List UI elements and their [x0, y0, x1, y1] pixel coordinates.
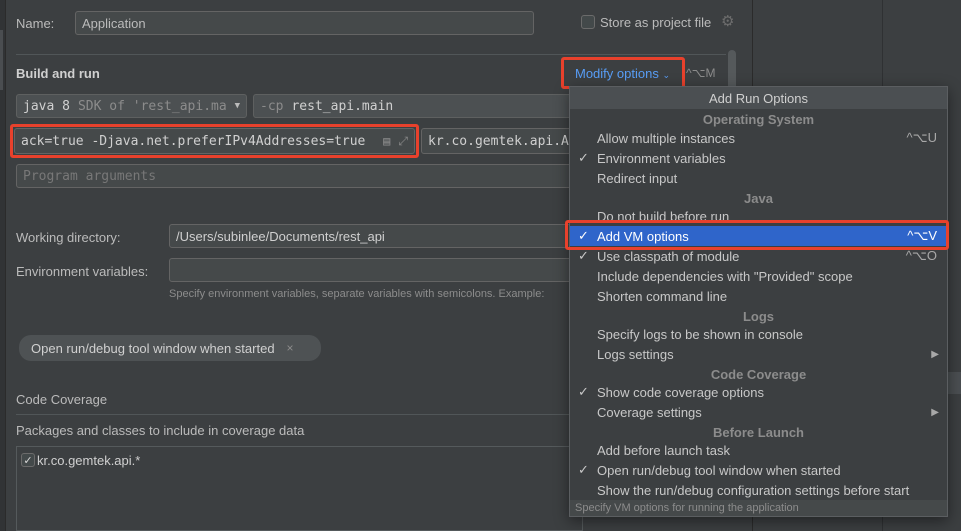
coverage-packages-label: Packages and classes to include in cover… [16, 423, 305, 438]
menu-item-show-coverage-options[interactable]: ✓ Show code coverage options [570, 382, 947, 402]
menu-item-redirect-input[interactable]: Redirect input [570, 168, 947, 188]
build-and-run-title: Build and run [16, 66, 100, 81]
menu-item-label: Show code coverage options [597, 384, 764, 400]
name-label: Name: [16, 16, 55, 31]
chevron-down-icon: ▼ [234, 101, 240, 111]
menu-item-label: Include dependencies with "Provided" sco… [597, 268, 853, 284]
popup-title: Add Run Options [570, 87, 947, 109]
submenu-arrow-icon: ▶ [931, 348, 939, 360]
menu-item-shortcut: ^⌥O [905, 248, 937, 263]
group-before-launch: Before Launch [712, 424, 804, 440]
vm-options-input[interactable]: ack=true -Djava.net.preferIPv4Addresses=… [14, 128, 415, 154]
group-code-coverage: Code Coverage [710, 366, 807, 382]
menu-item-label: Redirect input [597, 170, 678, 186]
jdk-select[interactable]: java 8 SDK of 'rest_api.ma ▼ [16, 94, 247, 118]
group-logs: Logs [742, 308, 775, 324]
working-directory-value: /Users/subinlee/Documents/rest_api [176, 228, 385, 244]
environment-variables-hint: Specify environment variables, separate … [169, 288, 545, 300]
program-arguments-placeholder: Program arguments [23, 168, 157, 184]
name-input[interactable]: Application [75, 11, 534, 35]
menu-item-label: Logs settings [597, 346, 674, 362]
check-icon: ✓ [578, 248, 589, 263]
program-arguments-input[interactable]: Program arguments [16, 164, 583, 188]
group-java: Java [744, 190, 773, 206]
chevron-down-icon: ⌄ [662, 70, 670, 80]
jdk-sdk-name: SDK of 'rest_api.ma [77, 98, 227, 114]
check-icon: ✓ [578, 462, 589, 477]
add-vm-options-highlight [565, 220, 949, 250]
submenu-arrow-icon: ▶ [931, 406, 939, 418]
modify-options-label: Modify options [575, 66, 659, 81]
group-operating-system: Operating System [702, 111, 815, 127]
menu-item-label: Use classpath of module [597, 248, 740, 264]
menu-item-label: Allow multiple instances [597, 130, 736, 146]
menu-item-label: Show the run/debug configuration setting… [597, 482, 910, 498]
close-icon[interactable]: × [287, 341, 294, 355]
name-input-value: Application [82, 15, 146, 31]
menu-item-include-provided-deps[interactable]: Include dependencies with "Provided" sco… [570, 266, 947, 286]
environment-variables-input[interactable] [169, 258, 583, 282]
classpath-select[interactable]: -cp rest_api.main [253, 94, 583, 118]
store-as-project-file-checkbox[interactable] [581, 15, 595, 29]
menu-item-label: Add before launch task [597, 442, 730, 458]
vm-options-value: ack=true -Djava.net.preferIPv4Addresses=… [21, 133, 366, 149]
check-icon: ✓ [578, 384, 589, 399]
coverage-list: ✓ kr.co.gemtek.api.* [16, 446, 583, 531]
menu-item-add-before-launch-task[interactable]: Add before launch task [570, 440, 947, 460]
header-separator [16, 54, 726, 55]
gear-icon[interactable]: ⚙ [721, 14, 737, 30]
right-panel-highlight [948, 372, 961, 394]
menu-item-specify-logs[interactable]: Specify logs to be shown in console [570, 324, 947, 344]
jdk-java-version: java 8 [23, 98, 70, 114]
menu-item-label: Specify logs to be shown in console [597, 326, 803, 342]
main-class-value: kr.co.gemtek.api.A [428, 133, 569, 149]
popup-footer-hint: Specify VM options for running the appli… [570, 500, 947, 516]
modify-options-shortcut: ^⌥M [686, 66, 716, 80]
menu-item-shortcut: ^⌥U [906, 130, 937, 145]
coverage-entry-checkbox[interactable]: ✓ [21, 453, 35, 467]
open-tool-window-chip-label: Open run/debug tool window when started [31, 340, 275, 356]
menu-item-allow-multiple-instances[interactable]: Allow multiple instances ^⌥U [570, 128, 947, 148]
working-directory-input[interactable]: /Users/subinlee/Documents/rest_api [169, 224, 583, 248]
menu-item-open-tool-window[interactable]: ✓ Open run/debug tool window when starte… [570, 460, 947, 480]
classpath-prefix: -cp [260, 98, 284, 114]
coverage-entry-label: kr.co.gemtek.api.* [37, 453, 141, 468]
menu-item-coverage-settings[interactable]: Coverage settings ▶ [570, 402, 947, 422]
main-class-input[interactable]: kr.co.gemtek.api.A [421, 128, 581, 154]
menu-item-show-settings-before-start[interactable]: Show the run/debug configuration setting… [570, 480, 947, 500]
left-panel-marker [0, 30, 3, 90]
expand-icon[interactable]: ⤢ [398, 134, 408, 149]
menu-item-shorten-command-line[interactable]: Shorten command line [570, 286, 947, 306]
environment-variables-label: Environment variables: [16, 264, 149, 279]
code-coverage-title: Code Coverage [16, 392, 108, 407]
document-icon[interactable]: ▤ [383, 134, 390, 148]
check-icon: ✓ [578, 150, 589, 165]
classpath-value: rest_api.main [291, 98, 394, 114]
menu-item-logs-settings[interactable]: Logs settings ▶ [570, 344, 947, 364]
menu-item-label: Open run/debug tool window when started [597, 462, 841, 478]
menu-item-environment-variables[interactable]: ✓ Environment variables [570, 148, 947, 168]
working-directory-label: Working directory: [16, 230, 121, 245]
coverage-separator [16, 414, 576, 415]
menu-item-label: Shorten command line [597, 288, 728, 304]
open-tool-window-chip[interactable]: Open run/debug tool window when started … [19, 335, 321, 361]
menu-item-label: Coverage settings [597, 404, 702, 420]
store-as-project-file-label: Store as project file [600, 15, 712, 30]
add-run-options-popup: Add Run Options Operating System Allow m… [569, 86, 948, 517]
menu-item-label: Environment variables [597, 150, 726, 166]
modify-options-link[interactable]: Modify options ⌄ [575, 66, 670, 81]
